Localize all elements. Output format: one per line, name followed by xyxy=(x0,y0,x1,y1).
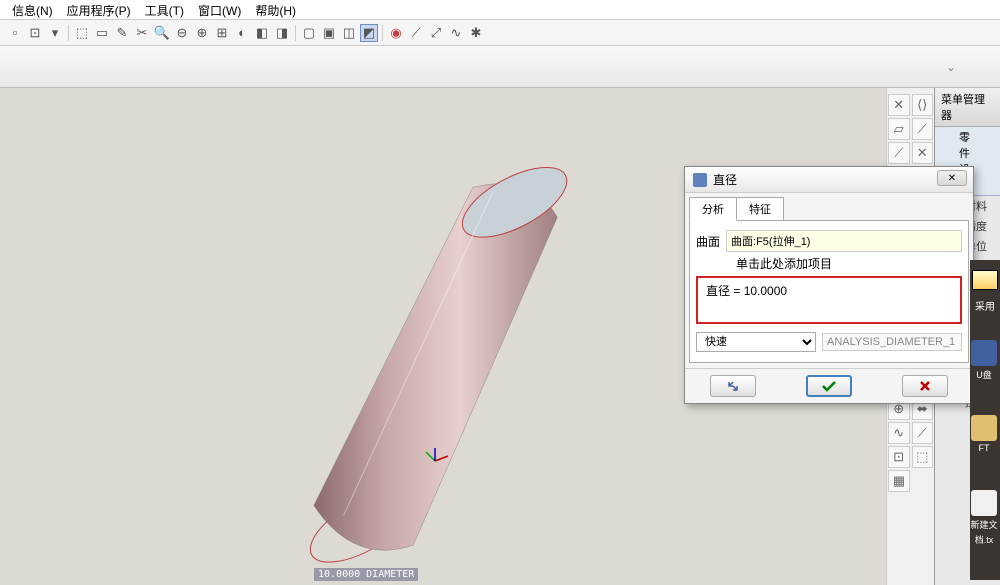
dialog-title: 直径 xyxy=(713,171,737,188)
tool-icon[interactable]: ▫ xyxy=(6,24,24,42)
dialog-icon xyxy=(693,173,707,187)
tool-icon[interactable]: ∿ xyxy=(888,422,910,444)
color-icon[interactable]: ◉ xyxy=(387,24,405,42)
tool-icon[interactable]: ⬚ xyxy=(912,446,934,468)
menu-help[interactable]: 帮助(H) xyxy=(251,2,300,17)
ok-button[interactable] xyxy=(806,375,852,397)
tool-icon[interactable]: ✱ xyxy=(467,24,485,42)
coordinate-gizmo xyxy=(420,446,450,476)
ribbon-area: ⌄ xyxy=(0,46,1000,88)
tool-icon[interactable]: ◨ xyxy=(273,24,291,42)
tool-icon[interactable]: ⟋ xyxy=(407,24,425,42)
tool-icon[interactable]: ◫ xyxy=(340,24,358,42)
side-panel-header: 菜单管理器 xyxy=(935,88,1000,127)
desktop-icon[interactable]: U盘 xyxy=(970,340,998,385)
tool-icon[interactable]: ▱ xyxy=(888,118,910,140)
tool-icon[interactable]: ✕ xyxy=(888,94,910,116)
menu-apps[interactable]: 应用程序(P) xyxy=(63,2,135,17)
info-icon xyxy=(972,270,998,290)
tool-icon[interactable]: ⟋ xyxy=(912,422,934,444)
zoom-in-icon[interactable]: ⊕ xyxy=(193,24,211,42)
chevron-icon[interactable]: ⌄ xyxy=(946,60,956,74)
tool-icon[interactable]: ◐ xyxy=(233,24,251,42)
desktop-area: 采用 U盘 FT 新建文 档.tx xyxy=(970,260,1000,580)
dialog-tabs: 分析 特征 xyxy=(685,193,973,221)
tool-icon[interactable]: ⤢ xyxy=(427,24,445,42)
dimension-label: 10.0000 DIAMETER xyxy=(314,568,418,581)
tool-icon[interactable]: ⊡ xyxy=(888,446,910,468)
add-item-label[interactable]: 单击此处添加项目 xyxy=(736,255,832,272)
tool-icon[interactable]: ⊡ xyxy=(26,24,44,42)
tool-icon[interactable]: ⟋ xyxy=(912,118,934,140)
tool-icon[interactable]: ⟋ xyxy=(888,142,910,164)
tool-icon[interactable]: ∿ xyxy=(447,24,465,42)
menu-info[interactable]: 信息(N) xyxy=(8,2,57,17)
dialog-titlebar[interactable]: 直径 ✕ xyxy=(685,167,973,193)
analysis-name-field[interactable]: ANALYSIS_DIAMETER_1 xyxy=(822,333,962,351)
cancel-button[interactable] xyxy=(902,375,948,397)
tool-icon[interactable]: ▦ xyxy=(888,470,910,492)
result-value: 10.0000 xyxy=(744,284,787,298)
tool-icon[interactable]: ▣ xyxy=(320,24,338,42)
dialog-body: 曲面 曲面:F5(拉伸_1) 单击此处添加项目 直径 = 10.0000 快速 … xyxy=(689,220,969,363)
tool-icon[interactable]: ▭ xyxy=(93,24,111,42)
menu-bar: 信息(N) 应用程序(P) 工具(T) 窗口(W) 帮助(H) xyxy=(0,0,1000,20)
menu-window[interactable]: 窗口(W) xyxy=(194,2,245,17)
desktop-label: 采用 xyxy=(970,298,1000,313)
tool-icon[interactable]: ▢ xyxy=(300,24,318,42)
toolbar: ▫ ⊡ ▾ ⬚ ▭ ✎ ✂ 🔍 ⊖ ⊕ ⊞ ◐ ◧ ◨ ▢ ▣ ◫ ◩ ◉ ⟋ … xyxy=(0,20,1000,46)
speed-select[interactable]: 快速 xyxy=(696,332,816,352)
tool-icon[interactable]: ◩ xyxy=(360,24,378,42)
desktop-icon[interactable]: FT xyxy=(970,415,998,460)
surface-field[interactable]: 曲面:F5(拉伸_1) xyxy=(726,230,962,252)
desktop-icon[interactable]: 新建文 档.tx xyxy=(970,490,998,535)
tab-feature[interactable]: 特征 xyxy=(736,197,784,221)
tool-icon[interactable]: ✕ xyxy=(912,142,934,164)
result-label: 直径 = xyxy=(706,284,740,298)
zoom-out-icon[interactable]: ⊖ xyxy=(173,24,191,42)
search-icon[interactable]: 🔍 xyxy=(153,24,171,42)
tool-icon[interactable]: ✂ xyxy=(133,24,151,42)
menu-tools[interactable]: 工具(T) xyxy=(141,2,188,17)
dialog-buttons xyxy=(685,368,973,403)
tool-icon[interactable]: ⬚ xyxy=(73,24,91,42)
surface-label: 曲面 xyxy=(696,233,720,250)
repeat-button[interactable] xyxy=(710,375,756,397)
diameter-dialog: 直径 ✕ 分析 特征 曲面 曲面:F5(拉伸_1) 单击此处添加项目 直径 = … xyxy=(684,166,974,404)
tool-icon[interactable]: ⊞ xyxy=(213,24,231,42)
dropdown-icon[interactable]: ▾ xyxy=(46,24,64,42)
dialog-close-button[interactable]: ✕ xyxy=(937,170,967,186)
result-box: 直径 = 10.0000 xyxy=(696,276,962,324)
tool-icon[interactable]: ⟨⟩ xyxy=(912,94,934,116)
tool-icon[interactable]: ◧ xyxy=(253,24,271,42)
tool-icon[interactable]: ✎ xyxy=(113,24,131,42)
tab-analysis[interactable]: 分析 xyxy=(689,197,737,221)
